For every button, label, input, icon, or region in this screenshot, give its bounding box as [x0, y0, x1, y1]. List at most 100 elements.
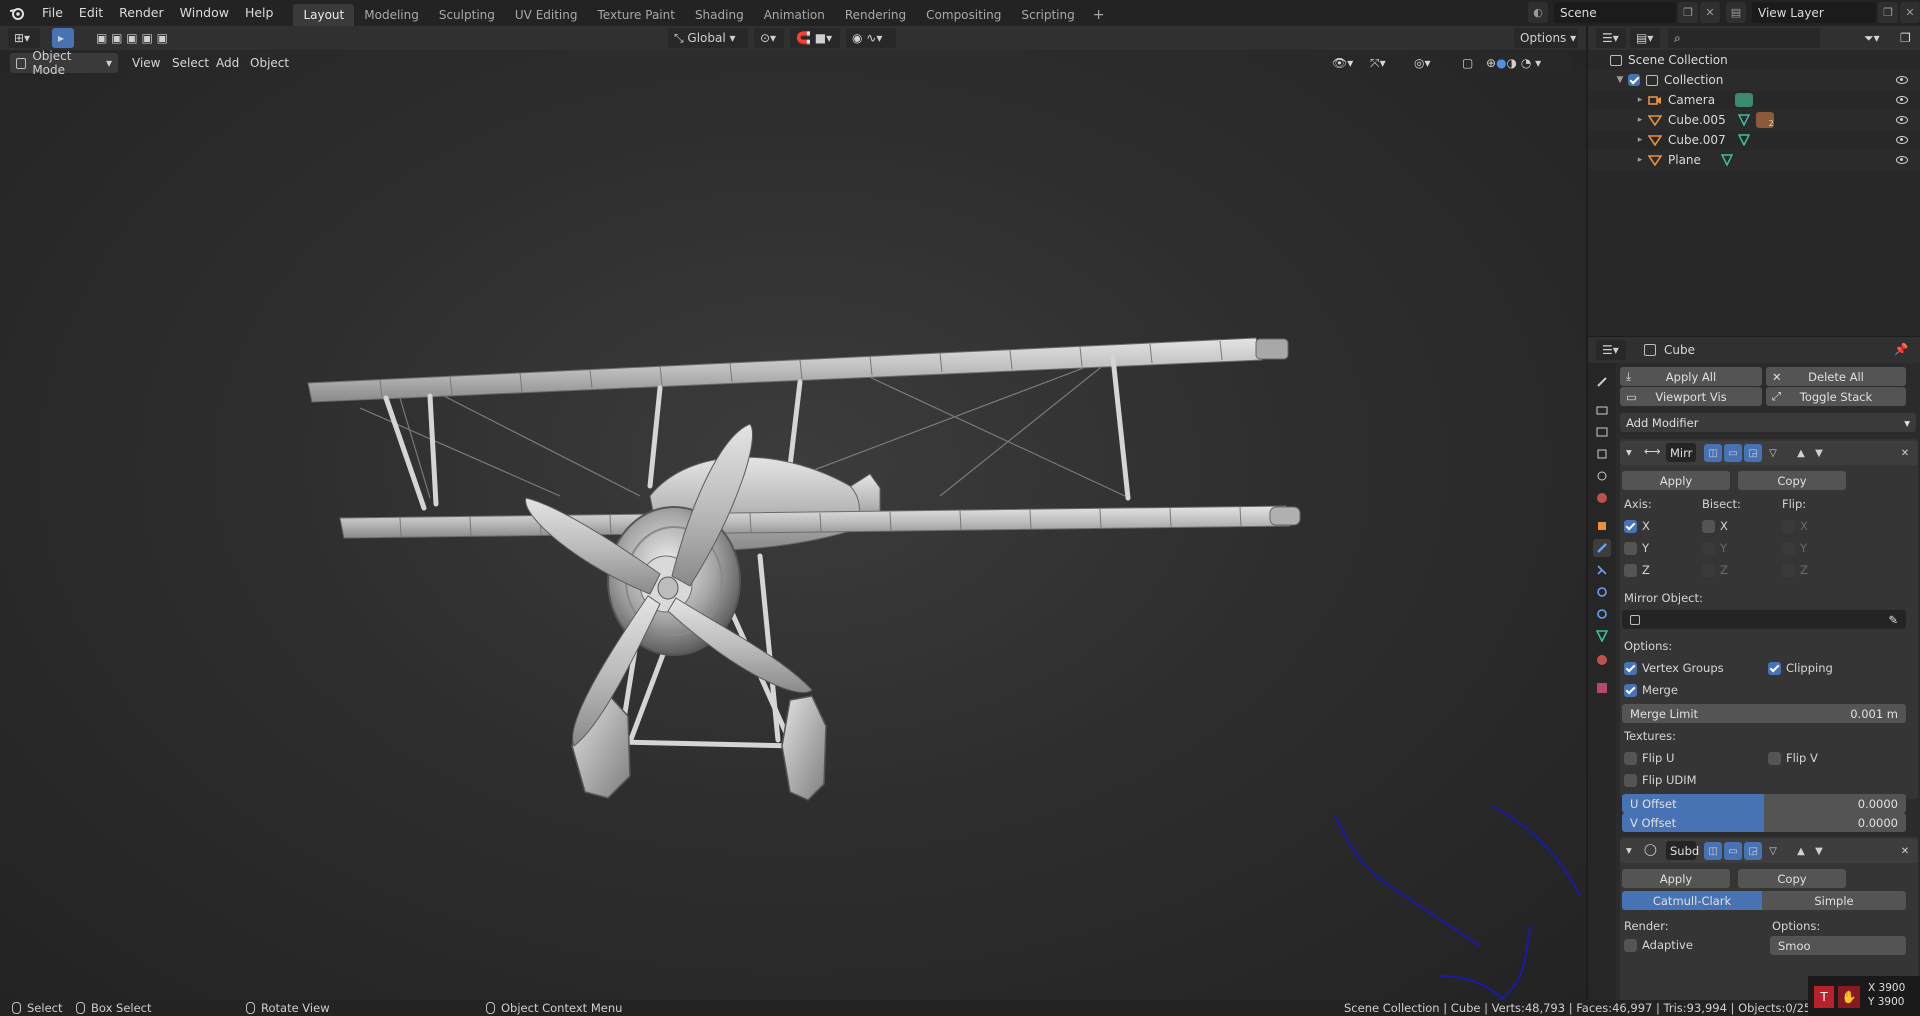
subsurf-name-field[interactable]: Subd: [1666, 841, 1699, 860]
tool-tab-icon[interactable]: [1593, 373, 1611, 391]
outliner-editor-type-icon[interactable]: ☰▾: [1596, 28, 1626, 48]
collapse-icon[interactable]: ▾: [1626, 843, 1632, 857]
viewport-vis-button[interactable]: ▭ Viewport Vis: [1620, 387, 1762, 406]
simple-button[interactable]: Simple: [1762, 891, 1906, 910]
close-icon[interactable]: ✕: [1896, 444, 1914, 462]
tab-shading[interactable]: Shading: [685, 4, 754, 26]
constraints-tab-icon[interactable]: [1593, 605, 1611, 623]
expand-icon[interactable]: ▸: [1634, 95, 1646, 105]
axis-z-checkbox[interactable]: [1624, 564, 1637, 577]
render-icon[interactable]: ◲: [1744, 444, 1762, 462]
output-tab-icon[interactable]: [1593, 423, 1611, 441]
realtime-icon[interactable]: ▭: [1724, 444, 1742, 462]
select-mode-icons[interactable]: ▣ ▣ ▣ ▣ ▣: [90, 28, 184, 48]
options-dropdown[interactable]: Options ▾: [1514, 28, 1578, 48]
edit-mode-icon[interactable]: ◫: [1704, 842, 1722, 860]
v-offset-field[interactable]: V Offset 0.0000: [1622, 813, 1906, 832]
scene-tab-icon[interactable]: [1593, 467, 1611, 485]
xray-icon[interactable]: ▢: [1456, 53, 1479, 73]
eye-icon[interactable]: [1896, 156, 1908, 164]
tab-uv-editing[interactable]: UV Editing: [505, 4, 588, 26]
cage-icon[interactable]: ▽: [1764, 444, 1782, 462]
mirror-name-field[interactable]: Mirr: [1666, 443, 1696, 462]
view-layer-browse-icon[interactable]: ▤: [1726, 2, 1746, 23]
scene-name-field[interactable]: Scene: [1554, 2, 1676, 23]
snap-icon[interactable]: 🧲 ■▾: [790, 28, 840, 48]
view-layer-tab-icon[interactable]: [1593, 445, 1611, 463]
bisect-z-checkbox[interactable]: [1702, 564, 1715, 577]
new-collection-icon[interactable]: ❐: [1894, 28, 1917, 48]
delete-all-button[interactable]: ✕ Delete All: [1766, 367, 1906, 386]
merge-checkbox[interactable]: [1624, 684, 1637, 697]
eye-icon[interactable]: [1896, 136, 1908, 144]
mirror-apply-button[interactable]: Apply: [1622, 471, 1730, 490]
toggle-stack-button[interactable]: ⤢ Toggle Stack: [1766, 387, 1906, 406]
shading-mode-icons[interactable]: ⊕ ● ◑ ◔ ▾: [1480, 53, 1572, 73]
move-down-icon[interactable]: ▼: [1810, 842, 1828, 860]
menu-render[interactable]: Render: [111, 2, 172, 24]
render-tab-icon[interactable]: [1593, 401, 1611, 419]
expand-icon[interactable]: ▸: [1634, 135, 1646, 145]
expand-icon[interactable]: ▸: [1634, 115, 1646, 125]
menu-select[interactable]: Select: [166, 53, 215, 73]
menu-edit[interactable]: Edit: [71, 2, 111, 24]
u-offset-field[interactable]: U Offset 0.0000: [1622, 794, 1906, 813]
texture-tab-icon[interactable]: [1593, 679, 1611, 697]
tab-rendering[interactable]: Rendering: [835, 4, 916, 26]
menu-file[interactable]: File: [34, 2, 71, 24]
subsurf-copy-button[interactable]: Copy: [1738, 869, 1846, 888]
bisect-x-checkbox[interactable]: [1702, 520, 1715, 533]
mirror-modifier-header[interactable]: ▾ ⟷ Mirr ◫ ▭ ◲ ▽ ▲ ▼ ✕: [1620, 441, 1918, 465]
edit-mode-icon[interactable]: ◫: [1704, 444, 1722, 462]
collapse-icon[interactable]: ▾: [1626, 445, 1632, 459]
display-mode-icon[interactable]: ▤▾: [1630, 28, 1660, 48]
scene-browse-icon[interactable]: ◐: [1528, 2, 1548, 23]
cage-icon[interactable]: ▽: [1764, 842, 1782, 860]
flip-udim-checkbox[interactable]: [1624, 774, 1637, 787]
overlay-icon[interactable]: ◎▾: [1408, 53, 1437, 73]
subsurf-apply-button[interactable]: Apply: [1622, 869, 1730, 888]
delete-view-layer-icon[interactable]: ✕: [1900, 2, 1920, 23]
outliner-scene-collection[interactable]: Scene Collection: [1588, 50, 1920, 70]
material-tab-icon[interactable]: [1593, 651, 1611, 669]
clipping-checkbox[interactable]: [1768, 662, 1781, 675]
modifier-tab-icon[interactable]: [1593, 539, 1611, 557]
merge-limit-field[interactable]: Merge Limit 0.001 m: [1622, 704, 1906, 723]
3d-viewport[interactable]: [0, 26, 1586, 1000]
menu-view[interactable]: View: [126, 53, 166, 73]
mode-dropdown[interactable]: Object Mode ▾: [10, 49, 118, 77]
new-scene-icon[interactable]: ❐: [1678, 2, 1698, 23]
add-modifier-dropdown[interactable]: Add Modifier ▾: [1620, 413, 1916, 432]
flip-y-checkbox[interactable]: [1782, 542, 1795, 555]
eye-icon[interactable]: [1896, 96, 1908, 104]
expand-icon[interactable]: ▼: [1614, 75, 1626, 85]
tab-modeling[interactable]: Modeling: [354, 4, 429, 26]
menu-add[interactable]: Add: [210, 53, 245, 73]
flip-z-checkbox[interactable]: [1782, 564, 1795, 577]
visibility-icon[interactable]: 👁▾: [1326, 53, 1359, 73]
eye-icon[interactable]: [1896, 76, 1908, 84]
move-down-icon[interactable]: ▼: [1810, 444, 1828, 462]
outliner-item-camera[interactable]: ▸ Camera: [1588, 90, 1920, 110]
close-icon[interactable]: ✕: [1896, 842, 1914, 860]
object-tab-icon[interactable]: [1593, 517, 1611, 535]
axis-y-checkbox[interactable]: [1624, 542, 1637, 555]
outliner-collection[interactable]: ▼ Collection: [1588, 70, 1920, 90]
axis-x-checkbox[interactable]: [1624, 520, 1637, 533]
move-up-icon[interactable]: ▲: [1792, 444, 1810, 462]
physics-tab-icon[interactable]: [1593, 583, 1611, 601]
menu-help[interactable]: Help: [237, 2, 282, 24]
transform-orientation-dropdown[interactable]: ⤡ Global ▾: [668, 28, 748, 48]
smooth-dropdown[interactable]: Smoo: [1770, 936, 1906, 955]
add-workspace-icon[interactable]: +: [1085, 4, 1113, 26]
flip-u-checkbox[interactable]: [1624, 752, 1637, 765]
apply-all-button[interactable]: ⤓ Apply All: [1620, 367, 1762, 386]
tab-sculpting[interactable]: Sculpting: [429, 4, 505, 26]
view-layer-field[interactable]: View Layer: [1752, 2, 1876, 23]
particles-tab-icon[interactable]: [1593, 561, 1611, 579]
menu-window[interactable]: Window: [172, 2, 237, 24]
new-view-layer-icon[interactable]: ❐: [1878, 2, 1898, 23]
data-tab-icon[interactable]: [1593, 627, 1611, 645]
outliner-item-plane[interactable]: ▸ Plane: [1588, 150, 1920, 170]
eyedropper-icon[interactable]: ✎: [1888, 613, 1898, 627]
